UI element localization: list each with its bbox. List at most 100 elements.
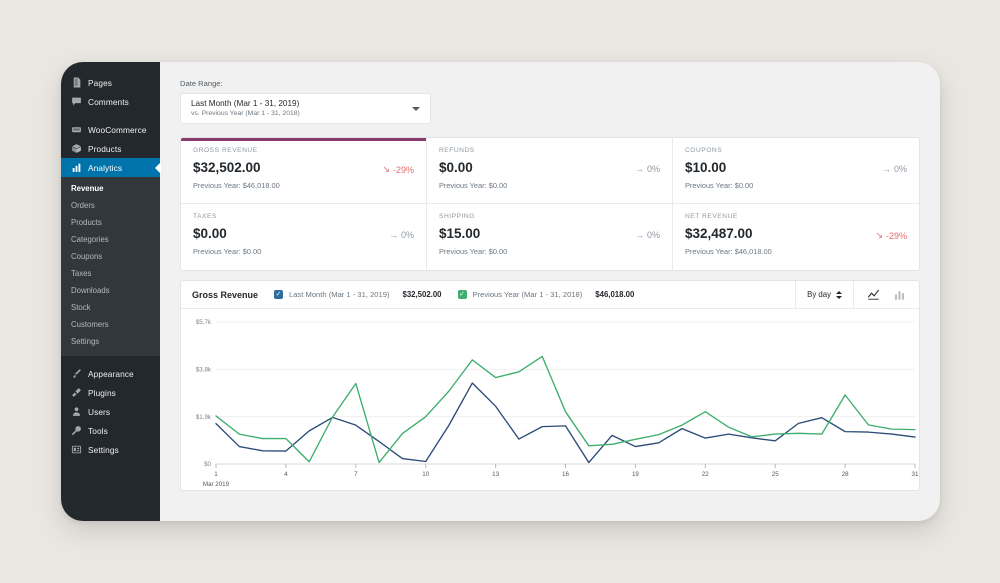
sidebar-subitem-products[interactable]: Products bbox=[61, 214, 160, 231]
stat-card-delta-value: 0% bbox=[646, 230, 660, 240]
x-axis-tick-label: 31 bbox=[912, 471, 919, 478]
sidebar-subitem-taxes[interactable]: Taxes bbox=[61, 265, 160, 282]
date-range-comparison: vs. Previous Year (Mar 1 - 31, 2018) bbox=[191, 110, 300, 117]
stat-card-title: GROSS REVENUE bbox=[193, 147, 258, 154]
chevron-down-icon bbox=[412, 106, 420, 111]
sidebar-subitem-customers[interactable]: Customers bbox=[61, 316, 160, 333]
admin-sidebar: Pages Comments WooCommerce Products Anal… bbox=[61, 62, 160, 521]
stat-card-delta: → 0% bbox=[635, 230, 660, 240]
sidebar-subitem-settings[interactable]: Settings bbox=[61, 333, 160, 350]
stat-card-delta: ↘ -29% bbox=[875, 230, 907, 241]
sidebar-subitem-label: Settings bbox=[71, 337, 100, 346]
sidebar-item-pages[interactable]: Pages bbox=[61, 73, 160, 92]
sidebar-subitem-label: Orders bbox=[71, 201, 95, 210]
sidebar-item-label: Pages bbox=[88, 77, 113, 88]
stat-card-previous: Previous Year: $46,018.00 bbox=[193, 181, 280, 190]
trend-down-icon: ↘ bbox=[875, 230, 883, 240]
chart-title: Gross Revenue bbox=[192, 289, 259, 300]
stat-card-delta-value: -29% bbox=[392, 164, 414, 175]
sidebar-subitem-label: Taxes bbox=[71, 269, 92, 278]
trend-down-icon: ↘ bbox=[382, 164, 390, 174]
summary-cards: GROSS REVENUE $32,502.00 ↘ -29% Previous… bbox=[180, 137, 920, 271]
stat-card-delta-value: -29% bbox=[885, 230, 907, 241]
legend-item-previous-year[interactable]: ✓ Previous Year (Mar 1 - 31, 2018) $46,0… bbox=[457, 290, 634, 299]
sidebar-subitem-label: Coupons bbox=[71, 252, 103, 261]
chart-series-line bbox=[215, 382, 916, 464]
y-axis-tick-label: $1.9k bbox=[196, 414, 212, 421]
trend-flat-icon: → bbox=[388, 230, 398, 240]
sidebar-subitem-revenue[interactable]: Revenue bbox=[61, 180, 160, 197]
legend-label: Previous Year (Mar 1 - 31, 2018) bbox=[472, 290, 583, 299]
sidebar-item-comments[interactable]: Comments bbox=[61, 92, 160, 111]
chart-bars-icon bbox=[70, 162, 82, 174]
sidebar-item-plugins[interactable]: Plugins bbox=[61, 383, 160, 402]
checkbox-checked-icon[interactable]: ✓ bbox=[274, 290, 284, 299]
stat-card-value: $15.00 bbox=[439, 226, 481, 241]
analytics-submenu: Revenue Orders Products Categories Coupo… bbox=[61, 177, 160, 356]
chart-plot-area: $5.7k $3.8k $1.9k $0 1 4 7 10 13 16 19 22 25 28 31 Mar … bbox=[181, 309, 919, 490]
page-icon bbox=[70, 77, 82, 89]
date-range-picker[interactable]: Last Month (Mar 1 - 31, 2019) vs. Previo… bbox=[180, 93, 431, 124]
x-axis-tick-label: 25 bbox=[772, 471, 779, 478]
x-axis-tick-label: 19 bbox=[632, 471, 639, 478]
sidebar-divider-2 bbox=[61, 356, 160, 364]
sidebar-subitem-label: Products bbox=[71, 218, 102, 227]
interval-select[interactable]: By day bbox=[795, 281, 853, 308]
stat-card-shipping[interactable]: SHIPPING $15.00 → 0% Previous Year: $0.0… bbox=[427, 204, 673, 270]
stat-card-title: NET REVENUE bbox=[685, 213, 738, 220]
chart-header: Gross Revenue ✓ Last Month (Mar 1 - 31, … bbox=[181, 281, 919, 309]
x-axis-tick-label: 22 bbox=[702, 471, 709, 478]
stat-card-refunds[interactable]: REFUNDS $0.00 → 0% Previous Year: $0.00 bbox=[427, 138, 673, 204]
sidebar-subitem-categories[interactable]: Categories bbox=[61, 231, 160, 248]
stat-card-net-revenue[interactable]: NET REVENUE $32,487.00 ↘ -29% Previous Y… bbox=[673, 204, 919, 270]
stat-card-delta-value: 0% bbox=[646, 164, 660, 174]
sidebar-subitem-downloads[interactable]: Downloads bbox=[61, 282, 160, 299]
y-axis-tick-label: $0 bbox=[204, 461, 211, 468]
x-axis-tick-label: 28 bbox=[842, 471, 849, 478]
trend-flat-icon: → bbox=[634, 164, 644, 174]
stat-card-title: COUPONS bbox=[685, 147, 723, 154]
x-axis-tick-label: 10 bbox=[422, 471, 429, 478]
stat-card-delta-value: 0% bbox=[893, 164, 907, 174]
line-chart-icon[interactable] bbox=[867, 288, 880, 301]
sidebar-tertiary-group: Appearance Plugins Users Tools Settings bbox=[61, 364, 160, 459]
stat-card-previous: Previous Year: $0.00 bbox=[439, 247, 508, 256]
stat-card-value: $0.00 bbox=[439, 160, 473, 175]
stat-card-previous: Previous Year: $0.00 bbox=[193, 247, 262, 256]
sidebar-item-label: Analytics bbox=[88, 162, 123, 173]
wrench-icon bbox=[70, 425, 82, 437]
checkbox-checked-icon[interactable]: ✓ bbox=[457, 290, 467, 299]
stat-card-coupons[interactable]: COUPONS $10.00 → 0% Previous Year: $0.00 bbox=[673, 138, 919, 204]
stat-card-value: $32,487.00 bbox=[685, 226, 753, 241]
stat-card-value: $32,502.00 bbox=[193, 160, 261, 175]
stat-card-previous: Previous Year: $46,018.00 bbox=[685, 247, 772, 256]
bar-chart-icon[interactable] bbox=[893, 288, 906, 301]
user-icon bbox=[70, 406, 82, 418]
sidebar-subitem-label: Customers bbox=[71, 320, 109, 329]
y-axis-tick-label: $3.8k bbox=[196, 367, 212, 374]
x-axis-tick-label: 7 bbox=[354, 471, 358, 478]
legend-item-last-month[interactable]: ✓ Last Month (Mar 1 - 31, 2019) $32,502.… bbox=[274, 290, 442, 299]
stat-card-gross-revenue[interactable]: GROSS REVENUE $32,502.00 ↘ -29% Previous… bbox=[181, 138, 427, 204]
sidebar-item-woocommerce[interactable]: WooCommerce bbox=[61, 120, 160, 139]
stat-card-title: SHIPPING bbox=[439, 213, 475, 220]
x-axis-month-label: Mar 2019 bbox=[203, 481, 230, 488]
sidebar-item-settings[interactable]: Settings bbox=[61, 440, 160, 459]
stat-card-taxes[interactable]: TAXES $0.00 → 0% Previous Year: $0.00 bbox=[181, 204, 427, 270]
stat-card-value: $0.00 bbox=[193, 226, 227, 241]
sidebar-subitem-coupons[interactable]: Coupons bbox=[61, 248, 160, 265]
sidebar-item-users[interactable]: Users bbox=[61, 402, 160, 421]
sidebar-item-analytics[interactable]: Analytics bbox=[61, 158, 160, 177]
sidebar-subitem-orders[interactable]: Orders bbox=[61, 197, 160, 214]
stat-card-title: TAXES bbox=[193, 213, 217, 220]
sidebar-item-tools[interactable]: Tools bbox=[61, 421, 160, 440]
sidebar-divider bbox=[61, 111, 160, 120]
sidebar-subitem-stock[interactable]: Stock bbox=[61, 299, 160, 316]
sidebar-item-appearance[interactable]: Appearance bbox=[61, 364, 160, 383]
spinner-arrows-icon bbox=[836, 290, 842, 299]
sidebar-item-products[interactable]: Products bbox=[61, 139, 160, 158]
sidebar-item-label: Plugins bbox=[88, 387, 116, 398]
trend-flat-icon: → bbox=[634, 230, 644, 240]
stat-card-previous: Previous Year: $0.00 bbox=[439, 181, 508, 190]
storefront-icon bbox=[70, 124, 82, 136]
